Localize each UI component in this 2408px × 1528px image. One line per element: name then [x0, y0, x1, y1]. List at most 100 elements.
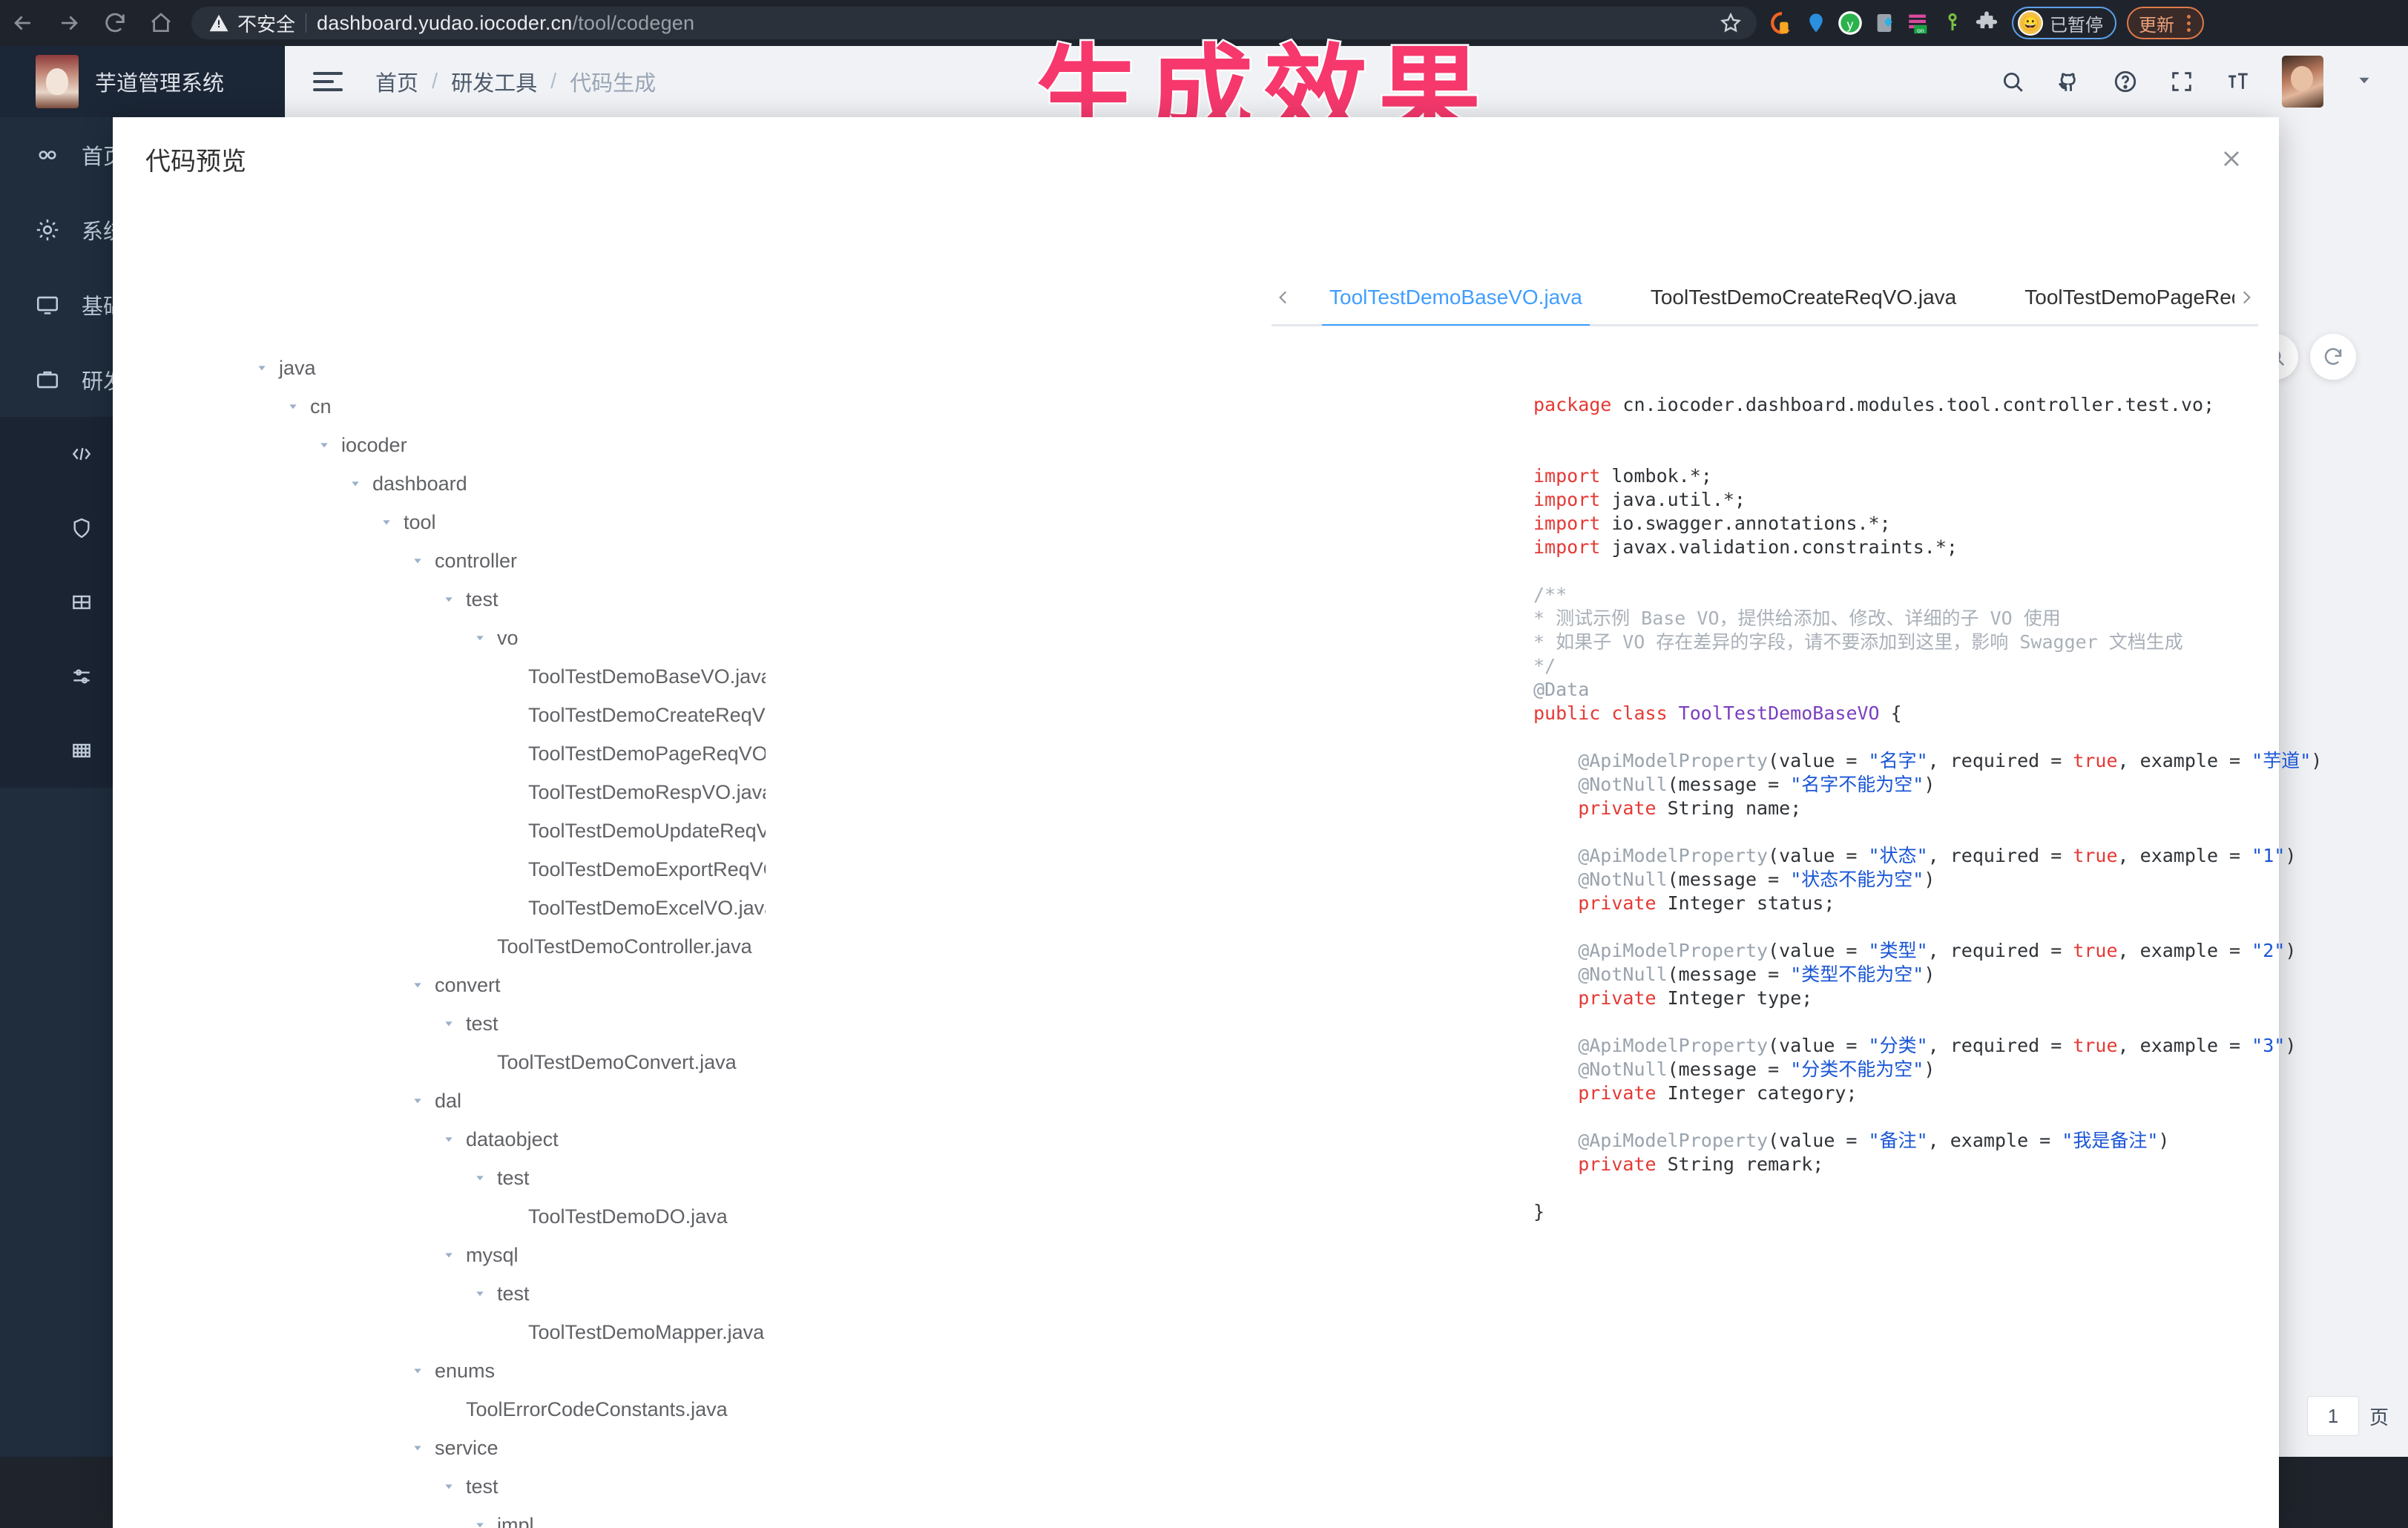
tree-folder-node[interactable]: test: [472, 1274, 766, 1313]
brand-block[interactable]: 芋道管理系统: [0, 46, 285, 117]
tree-folder-node[interactable]: enums: [409, 1351, 766, 1390]
chevron-down-icon[interactable]: [409, 1093, 426, 1109]
star-icon[interactable]: [1711, 7, 1751, 39]
tree-file-node[interactable]: ToolTestDemoMapper.java: [503, 1313, 766, 1351]
tree-file-node[interactable]: ToolTestDemoUpdateReqVO.java: [503, 811, 766, 850]
tree-folder-node[interactable]: tool: [378, 503, 766, 541]
tree-folder-node[interactable]: java: [254, 349, 766, 387]
chevron-down-icon[interactable]: [254, 360, 270, 376]
file-tab[interactable]: ToolTestDemoPageReqVO.java: [1990, 269, 2234, 326]
font-size-icon[interactable]: [2226, 69, 2251, 94]
chevron-down-icon[interactable]: [472, 1285, 488, 1302]
page-number-input[interactable]: 1: [2307, 1396, 2359, 1436]
chevron-down-icon[interactable]: [441, 1015, 457, 1032]
code-token: (message =: [1668, 964, 1791, 985]
code-token: ): [2285, 1035, 2296, 1056]
code-line: private Integer type;: [1533, 987, 2279, 1010]
kebab-menu-icon[interactable]: [2181, 15, 2197, 32]
update-pill[interactable]: 更新: [2127, 7, 2204, 39]
hamburger-icon[interactable]: [313, 67, 343, 96]
chevron-down-icon[interactable]: [409, 1440, 426, 1456]
chevron-down-icon[interactable]: [316, 437, 332, 453]
url-path: /tool/codegen: [572, 12, 694, 34]
tree-folder-node[interactable]: vo: [472, 619, 766, 657]
code-token: true: [2073, 1035, 2117, 1056]
chevron-down-icon[interactable]: [472, 1517, 488, 1528]
tree-folder-node[interactable]: service: [409, 1429, 766, 1467]
tree-folder-node[interactable]: controller: [409, 541, 766, 580]
tree-folder-node[interactable]: test: [441, 1467, 766, 1506]
chevron-down-icon[interactable]: [472, 630, 488, 646]
puzzle-extensions-icon[interactable]: [1972, 8, 2001, 38]
recorder-extension-icon[interactable]: [1767, 8, 1797, 38]
profile-paused-pill[interactable]: 😀 已暂停: [2012, 7, 2116, 39]
back-button[interactable]: [0, 0, 46, 46]
chevron-down-icon[interactable]: [378, 514, 395, 530]
chevron-down-icon[interactable]: [472, 1170, 488, 1186]
github-icon[interactable]: [2056, 69, 2082, 94]
code-token: (value =: [1768, 845, 1868, 866]
tree-file-node[interactable]: ToolTestDemoConvert.java: [472, 1043, 766, 1081]
tree-folder-node[interactable]: dashboard: [347, 464, 766, 503]
url-text[interactable]: dashboard.yudao.iocoder.cn/tool/codegen: [317, 12, 694, 35]
file-tree[interactable]: javacniocoderdashboardtoolcontrollertest…: [113, 200, 766, 1528]
tree-file-node[interactable]: ToolErrorCodeConstants.java: [441, 1390, 766, 1429]
code-viewer[interactable]: package cn.iocoder.dashboard.modules.too…: [766, 371, 2279, 1528]
chevron-down-icon[interactable]: [409, 977, 426, 993]
code-line: import io.swagger.annotations.*;: [1533, 512, 2279, 536]
tree-folder-node[interactable]: test: [441, 580, 766, 619]
chevron-down-icon[interactable]: [441, 1247, 457, 1263]
chevron-down-icon[interactable]: [285, 398, 301, 415]
tree-folder-node[interactable]: test: [441, 1004, 766, 1043]
breadcrumb-item-devtools[interactable]: 研发工具: [451, 66, 537, 97]
tree-folder-node[interactable]: impl: [472, 1506, 766, 1528]
tree-folder-node[interactable]: mysql: [441, 1236, 766, 1274]
breadcrumb-item-home[interactable]: 首页: [375, 66, 418, 97]
dashboard-icon: [33, 142, 62, 168]
list-on-extension-icon[interactable]: on: [1904, 8, 1933, 38]
tree-folder-node[interactable]: convert: [409, 966, 766, 1004]
code-token: "名字不能为空": [1790, 774, 1924, 795]
chevron-down-icon[interactable]: [347, 475, 363, 492]
tree-file-node[interactable]: ToolTestDemoCreateReqVO.java: [503, 696, 766, 734]
chevron-down-icon[interactable]: [441, 1478, 457, 1495]
tree-file-node[interactable]: ToolTestDemoBaseVO.java: [503, 657, 766, 696]
code-token: package: [1533, 394, 1611, 415]
code-token: , required =: [1928, 750, 2073, 771]
forward-button[interactable]: [46, 0, 92, 46]
chevron-down-icon[interactable]: [409, 1363, 426, 1379]
tree-file-node[interactable]: ToolTestDemoExcelVO.java: [503, 889, 766, 927]
tree-file-node[interactable]: ToolTestDemoController.java: [472, 927, 766, 966]
home-button[interactable]: [138, 0, 184, 46]
help-circle-icon[interactable]: [2113, 69, 2138, 94]
reload-button[interactable]: [92, 0, 138, 46]
chevron-left-icon[interactable]: [1272, 288, 1295, 307]
file-tab[interactable]: ToolTestDemoBaseVO.java: [1295, 269, 1616, 326]
profile-paused-label: 已暂停: [2050, 10, 2103, 36]
address-bar[interactable]: 不安全 dashboard.yudao.iocoder.cn/tool/code…: [191, 7, 1757, 39]
tree-file-node[interactable]: ToolTestDemoRespVO.java: [503, 773, 766, 811]
tree-file-node[interactable]: ToolTestDemoExportReqVO.java: [503, 850, 766, 889]
fullscreen-icon[interactable]: [2169, 69, 2194, 94]
chevron-down-icon[interactable]: [441, 591, 457, 607]
search-icon[interactable]: [2000, 69, 2025, 94]
tree-file-node[interactable]: ToolTestDemoPageReqVO.java: [503, 734, 766, 773]
tree-folder-node[interactable]: dataobject: [441, 1120, 766, 1159]
tree-folder-node[interactable]: iocoder: [316, 426, 766, 464]
clipboard-diamond-icon[interactable]: [1869, 8, 1899, 38]
tree-folder-node[interactable]: cn: [285, 387, 766, 426]
tree-folder-node[interactable]: test: [472, 1159, 766, 1197]
close-icon[interactable]: [2218, 145, 2245, 172]
y-circle-extension-icon[interactable]: y: [1835, 8, 1865, 38]
chevron-down-icon[interactable]: [2355, 70, 2374, 93]
file-tab[interactable]: ToolTestDemoCreateReqVO.java: [1616, 269, 1990, 326]
location-pin-icon[interactable]: [1801, 8, 1831, 38]
page-refresh-fab[interactable]: [2310, 334, 2356, 380]
key-extension-icon[interactable]: [1938, 8, 1967, 38]
tree-folder-node[interactable]: dal: [409, 1081, 766, 1120]
chevron-down-icon[interactable]: [409, 553, 426, 569]
chevron-right-icon[interactable]: [2234, 288, 2258, 307]
chevron-down-icon[interactable]: [441, 1131, 457, 1147]
tree-file-node[interactable]: ToolTestDemoDO.java: [503, 1197, 766, 1236]
avatar[interactable]: [2282, 56, 2323, 108]
